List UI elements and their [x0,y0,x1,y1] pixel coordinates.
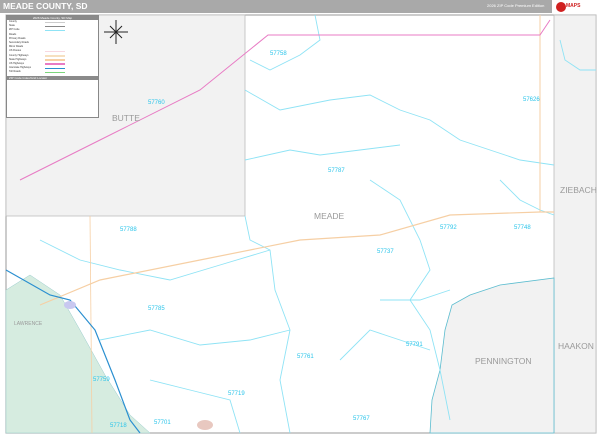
zip-label: 57748 [514,225,531,231]
zip-label: 57626 [523,97,540,103]
county-label-butte: BUTTE [112,113,140,123]
zip-label: 57791 [406,342,423,348]
zip-label: 57758 [270,51,287,57]
header-bar: MEADE COUNTY, SD 2026 ZIP Code Premium E… [0,0,600,13]
county-label-lawrence: LAWRENCE [14,321,43,327]
legend-item: Toll Roads [7,70,98,74]
logo-text: MAPS [566,3,581,9]
zip-index-title: ZIP Code Index/Grid Locator [7,76,98,81]
town-sturgis [64,301,76,309]
county-ziebach-area [553,14,597,434]
zip-label: 57767 [353,416,370,422]
zip-label: 57787 [328,168,345,174]
zip-label: 57737 [377,249,394,255]
zip-label: 57701 [154,420,171,426]
zip-label: 57788 [120,227,137,233]
zip-label: 57719 [228,391,245,397]
zip-label: 57718 [110,423,127,429]
county-label-haakon: HAAKON [558,341,594,351]
county-label-meade: MEADE [314,211,345,221]
county-label-pennington: PENNINGTON [475,356,532,366]
zip-label: 57785 [148,306,165,312]
edition-label: 2026 ZIP Code Premium Edition [487,3,545,8]
map-title: MEADE COUNTY, SD [3,1,88,11]
zip-label: 57792 [440,225,457,231]
zip-label: 57761 [297,354,314,360]
county-label-ziebach: ZIEBACH [560,185,597,195]
town-box-elder [197,420,213,430]
zip-label: 57760 [148,100,165,106]
zip-label: 57759 [93,377,110,383]
logo-icon [556,2,566,12]
map-legend: 2026 Meade County, SD Map County State Z… [6,15,99,118]
